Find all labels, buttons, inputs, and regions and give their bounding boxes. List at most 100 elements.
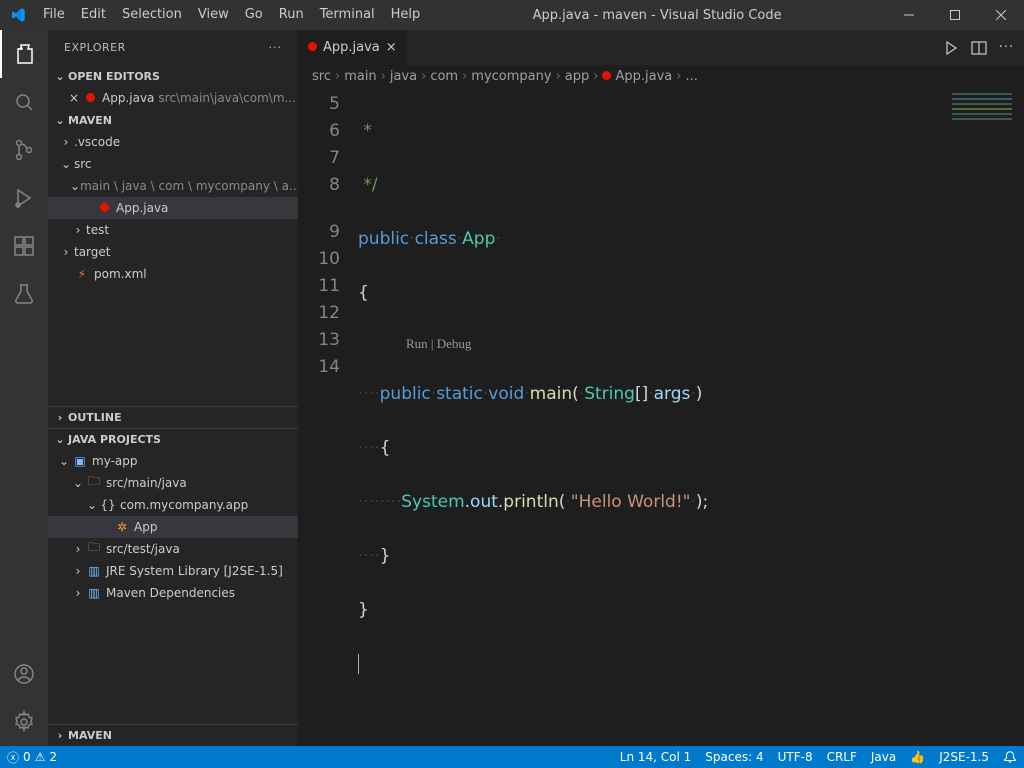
file-name: App.java [102, 91, 154, 105]
jp-class-app[interactable]: ✲App [48, 516, 298, 538]
run-debug-icon[interactable] [0, 174, 48, 222]
chevron-right-icon: › [70, 586, 86, 600]
tree-file-app[interactable]: App.java [48, 197, 298, 219]
tree-folder[interactable]: ⌄main \ java \ com \ mycompany \ a... [48, 175, 298, 197]
open-editor-item[interactable]: × App.java src\main\java\com\m... [48, 87, 298, 109]
title-bar: File Edit Selection View Go Run Terminal… [0, 0, 1024, 30]
source-control-icon[interactable] [0, 126, 48, 174]
crumb[interactable]: src [312, 69, 331, 84]
token: args [654, 384, 691, 404]
close-button[interactable] [978, 0, 1024, 30]
crumb[interactable]: main [344, 69, 376, 84]
project-section[interactable]: ⌄MAVEN [48, 109, 298, 131]
maven-section[interactable]: ›MAVEN [48, 724, 298, 746]
token: { [358, 283, 369, 303]
tab-app-java[interactable]: App.java × [298, 30, 408, 65]
status-jdk[interactable]: J2SE-1.5 [932, 746, 996, 768]
status-language[interactable]: Java [864, 746, 903, 768]
breadcrumbs[interactable]: src› main› java› com› mycompany› app› Ap… [298, 65, 1024, 87]
menu-run[interactable]: Run [271, 0, 312, 30]
jp-root[interactable]: ⌄▣ my-app [48, 450, 298, 472]
token: main [530, 384, 572, 404]
maximize-button[interactable] [932, 0, 978, 30]
file-path: src\main\java\com\m... [158, 91, 296, 105]
file-tree: ›.vscode ⌄src ⌄main \ java \ com \ mycom… [48, 131, 298, 285]
minimap[interactable] [952, 87, 1012, 143]
menu-selection[interactable]: Selection [114, 0, 190, 30]
token: out [470, 492, 498, 512]
token: ) [696, 384, 703, 404]
extensions-icon[interactable] [0, 222, 48, 270]
tree-folder[interactable]: ›target [48, 241, 298, 263]
chevron-right-icon: › [52, 729, 68, 742]
menu-go[interactable]: Go [237, 0, 271, 30]
more-icon[interactable]: ··· [999, 40, 1014, 55]
code-editor[interactable]: 567891011121314 * */ public·class·App· {… [298, 87, 1024, 746]
outline-section[interactable]: ›OUTLINE [48, 406, 298, 428]
crumb[interactable]: com [430, 69, 458, 84]
code-lens[interactable]: Run | Debug [358, 334, 1024, 354]
status-lncol[interactable]: Ln 14, Col 1 [613, 746, 699, 768]
window-title: App.java - maven - Visual Studio Code [428, 8, 886, 23]
label: JRE System Library [J2SE-1.5] [106, 564, 283, 578]
java-projects-section[interactable]: ⌄JAVA PROJECTS [48, 428, 298, 450]
more-icon[interactable]: ··· [269, 41, 283, 54]
status-bell-icon[interactable] [996, 746, 1024, 768]
status-thumbs-up-icon[interactable]: 👍 [903, 746, 932, 768]
tree-folder[interactable]: ›test [48, 219, 298, 241]
jp-maven-deps[interactable]: ›▥Maven Dependencies [48, 582, 298, 604]
jp-jre[interactable]: ›▥JRE System Library [J2SE-1.5] [48, 560, 298, 582]
chevron-down-icon: ⌄ [52, 70, 68, 83]
status-text: 0 [23, 750, 31, 764]
file-label: App.java [116, 201, 168, 215]
jp-src-test[interactable]: ›🗀src/test/java [48, 538, 298, 560]
explorer-title: EXPLORER [64, 41, 126, 54]
chevron-down-icon: ⌄ [56, 454, 72, 468]
settings-icon[interactable] [0, 698, 48, 746]
tree-folder[interactable]: ›.vscode [48, 131, 298, 153]
crumb[interactable]: ... [685, 69, 697, 84]
folder-label: main \ java \ com \ mycompany \ a... [80, 179, 298, 193]
crumb[interactable]: mycompany [471, 69, 551, 84]
open-editors-section[interactable]: ⌄OPEN EDITORS [48, 65, 298, 87]
token: "Hello World!" [571, 492, 691, 512]
menu-terminal[interactable]: Terminal [312, 0, 383, 30]
window-controls [886, 0, 1024, 30]
crumb[interactable]: App.java [615, 69, 672, 84]
label: App [134, 520, 157, 534]
tree-folder[interactable]: ⌄src [48, 153, 298, 175]
project-icon: ▣ [72, 454, 88, 468]
testing-icon[interactable] [0, 270, 48, 318]
token: } [358, 600, 369, 620]
close-icon[interactable]: × [66, 91, 82, 105]
label: my-app [92, 454, 138, 468]
menu-file[interactable]: File [35, 0, 73, 30]
sidebar: EXPLORER ··· ⌄OPEN EDITORS × App.java sr… [48, 30, 298, 746]
minimize-button[interactable] [886, 0, 932, 30]
tree-file-pom[interactable]: ⚡pom.xml [48, 263, 298, 285]
status-spaces[interactable]: Spaces: 4 [698, 746, 770, 768]
menu-help[interactable]: Help [383, 0, 429, 30]
accounts-icon[interactable] [0, 650, 48, 698]
run-icon[interactable] [943, 40, 959, 56]
code-lines[interactable]: * */ public·class·App· { Run | Debug ···… [358, 87, 1024, 746]
menu-view[interactable]: View [190, 0, 237, 30]
status-encoding[interactable]: UTF-8 [771, 746, 820, 768]
jp-package[interactable]: ⌄{}com.mycompany.app [48, 494, 298, 516]
activity-bar [0, 30, 48, 746]
crumb[interactable]: java [390, 69, 417, 84]
token: ) [696, 492, 703, 512]
search-icon[interactable] [0, 78, 48, 126]
menu-edit[interactable]: Edit [73, 0, 114, 30]
status-errors[interactable]: ⓧ0⚠2 [0, 746, 64, 768]
chevron-down-icon: ⌄ [70, 476, 86, 490]
split-editor-icon[interactable] [971, 40, 987, 56]
section-label: OPEN EDITORS [68, 70, 160, 83]
crumb[interactable]: app [565, 69, 589, 84]
close-tab-icon[interactable]: × [386, 40, 397, 55]
jp-src-main[interactable]: ⌄🗀src/main/java [48, 472, 298, 494]
status-eol[interactable]: CRLF [820, 746, 864, 768]
token: void [488, 384, 524, 404]
explorer-icon[interactable] [0, 30, 48, 78]
token: println [503, 492, 558, 512]
